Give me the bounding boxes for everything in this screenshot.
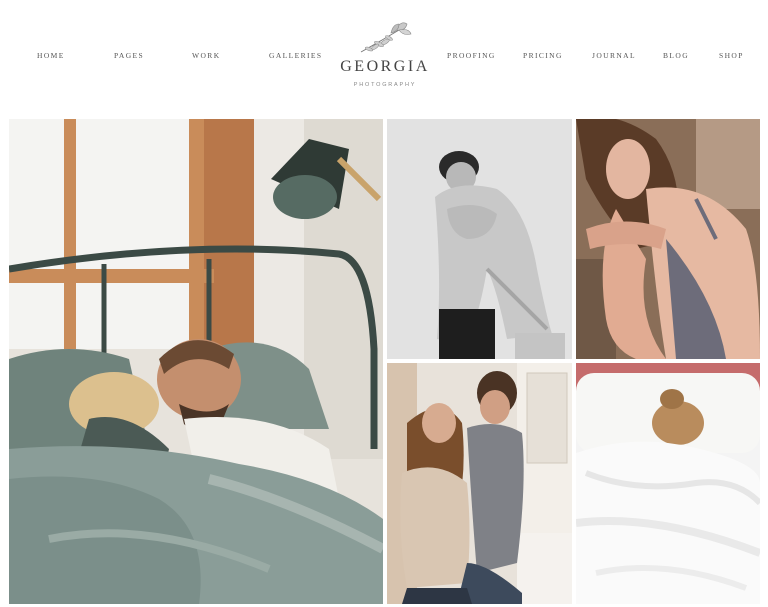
photo-icon bbox=[9, 119, 383, 604]
photo-icon bbox=[576, 119, 760, 359]
photo-icon bbox=[387, 119, 572, 359]
floral-sprig-icon bbox=[360, 22, 412, 53]
site-logo[interactable]: GEORGIA PHOTOGRAPHY bbox=[330, 18, 440, 88]
brand-subtitle: PHOTOGRAPHY bbox=[353, 82, 417, 88]
nav-item-home[interactable]: HOME bbox=[37, 51, 65, 60]
woman-sweater-bw-photo[interactable] bbox=[387, 119, 572, 359]
nav-item-proofing[interactable]: PROOFING bbox=[447, 51, 496, 60]
couple-embrace-kitchen-photo[interactable] bbox=[387, 363, 572, 604]
nav-item-pages[interactable]: PAGES bbox=[114, 51, 144, 60]
woman-swimsuit-photo[interactable] bbox=[576, 119, 760, 359]
nav-item-blog[interactable]: BLOG bbox=[663, 51, 689, 60]
woman-under-blanket-photo[interactable] bbox=[576, 363, 760, 604]
nav-item-pricing[interactable]: PRICING bbox=[523, 51, 563, 60]
couple-in-bed-photo[interactable] bbox=[9, 119, 383, 604]
photo-icon bbox=[576, 363, 760, 604]
nav-item-journal[interactable]: JOURNAL bbox=[592, 51, 636, 60]
photo-icon bbox=[387, 363, 572, 604]
nav-item-work[interactable]: WORK bbox=[192, 51, 221, 60]
nav-item-shop[interactable]: SHOP bbox=[719, 51, 744, 60]
brand-title: GEORGIA bbox=[340, 58, 430, 75]
nav-item-galleries[interactable]: GALLERIES bbox=[269, 51, 322, 60]
